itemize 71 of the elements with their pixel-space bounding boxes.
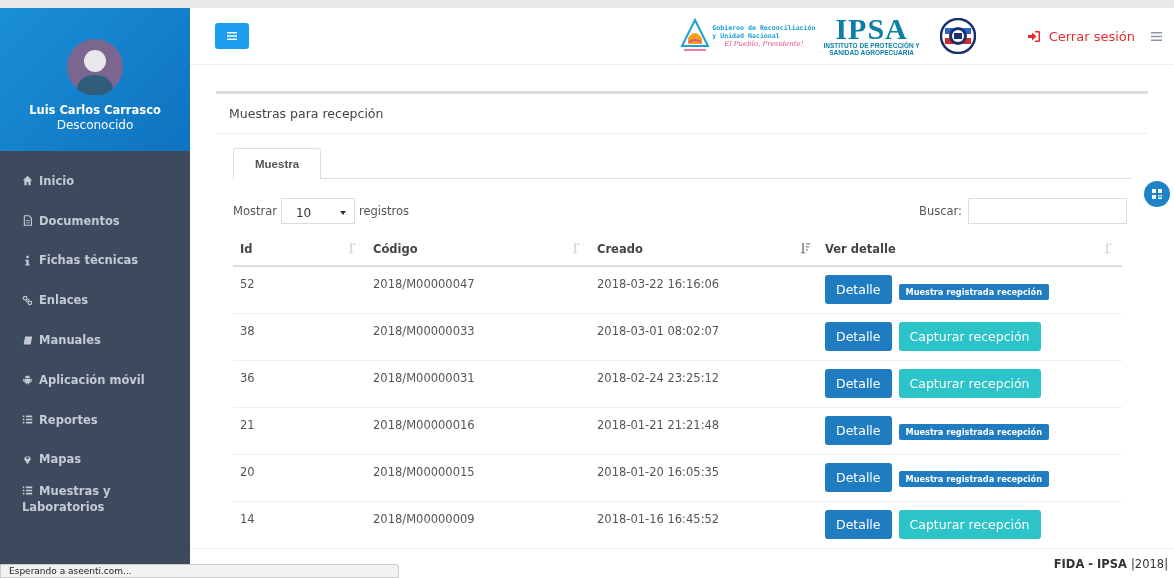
sidebar-item[interactable]: Inicio [0,161,190,201]
sidebar-item[interactable]: Fichas técnicas [0,240,190,281]
logout-link[interactable]: Cerrar sesión [1027,28,1135,44]
browser-status: Esperando a aseenti.com... [0,564,399,578]
menu-icon[interactable] [1151,31,1162,41]
table-cell: 2018-01-16 16:45:52 [590,501,818,548]
table-cell: 2018-01-20 16:05:35 [590,454,818,501]
sign-in-icon [1027,30,1040,42]
user-name: Luis Carlos Carrasco [29,103,161,117]
sidebar-item[interactable]: Mapas [0,439,190,480]
qr-code-icon [1152,189,1162,199]
detail-button[interactable]: Detalle [825,509,892,539]
list-icon [22,485,33,497]
map-pin-icon [22,453,33,465]
home-icon [22,175,33,187]
panel-title: Muestras para recepción [216,94,1148,134]
robot-icon [22,374,33,386]
length-label: Mostrar [233,204,277,218]
table-cell: 21 [233,407,366,454]
table-cell: 2018-03-01 08:02:07 [590,313,818,360]
page-length-select[interactable]: 10 [280,198,355,224]
column-header[interactable]: Id [233,233,366,266]
table-cell: 38 [233,313,366,360]
column-header[interactable]: Código [366,233,590,266]
link-icon [22,294,33,306]
detail-button[interactable]: Detalle [825,321,892,351]
table-cell: 2018/M00000016 [366,407,590,454]
user-role: Desconocido [56,118,134,132]
detail-button[interactable]: Detalle [825,415,892,445]
table-cell: 2018-02-24 23:25:12 [590,360,818,407]
table-cell: 2018/M00000033 [366,313,590,360]
caret-icon [339,211,346,215]
table-cell: 14 [233,501,366,548]
sidebar-item[interactable]: Enlaces [0,280,190,321]
sidebar-item[interactable]: Manuales [0,320,190,360]
sidebar-item[interactable]: Reportes [0,399,190,440]
footer-brand: FIDA - IPSA [1053,556,1127,571]
detail-button[interactable]: Detalle [825,275,892,304]
table-cell: 20 [233,454,366,501]
table-cell: 2018-01-21 21:21:48 [590,407,818,454]
table-cell: 2018/M00000009 [366,501,590,548]
tab[interactable]: Muestra [233,148,322,179]
table-cell: 2018/M00000047 [366,266,590,313]
menu-button[interactable] [215,23,249,49]
detail-button[interactable]: Detalle [825,368,892,398]
table-cell: 36 [233,360,366,407]
search-label: Buscar: [919,204,962,218]
table-cell: 2018/M00000015 [366,454,590,501]
status-label: Muestra registrada recepción [898,471,1050,487]
sidebar-item[interactable]: Aplicación móvil [0,360,190,400]
footer-year: |2018| [1131,556,1168,571]
document-icon [22,215,33,227]
status-label: Muestra registrada recepción [898,283,1050,300]
avatar [67,39,123,95]
list-icon [22,414,33,426]
table-cell: 52 [233,266,366,313]
detail-button[interactable]: Detalle [825,462,892,492]
search-field[interactable] [968,198,1127,224]
status-label: Muestra registrada recepción [898,424,1050,440]
column-header[interactable]: Ver detalle [818,233,1122,266]
book-icon [22,334,33,346]
length-label: registros [358,204,410,218]
table-cell: 2018/M00000031 [366,360,590,407]
sidebar-item[interactable]: Muestras y Laboratorios [0,479,190,516]
column-header[interactable]: Creado [590,233,818,266]
menu-icon [227,32,237,40]
sidebar-item[interactable]: Documentos [0,200,190,241]
seal-logo [939,18,976,54]
qr-code-button[interactable] [1144,181,1170,207]
info-icon [22,255,33,266]
table-cell: 2018-03-22 16:16:06 [590,266,818,313]
